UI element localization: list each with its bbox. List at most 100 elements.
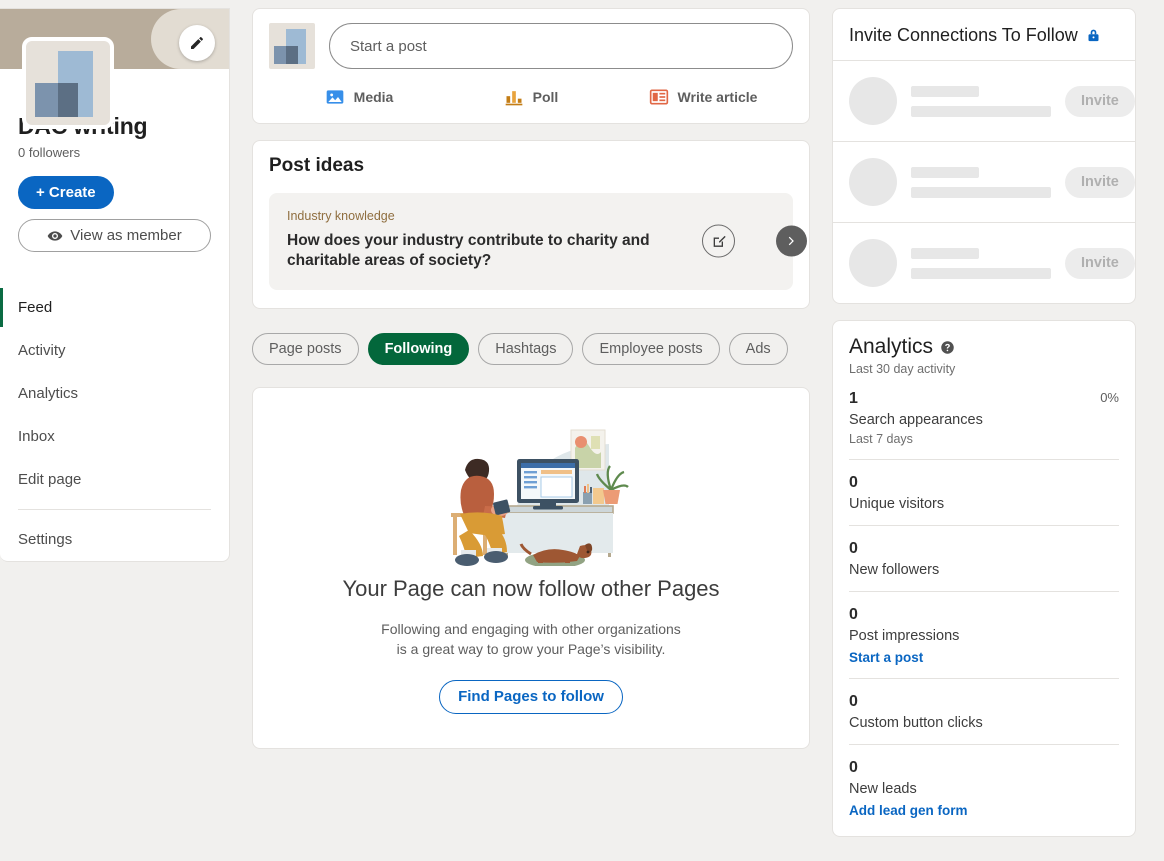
invite-row: Invite bbox=[833, 142, 1135, 223]
metric-value: 0 bbox=[849, 606, 1119, 624]
image-icon bbox=[325, 87, 345, 107]
sidebar-item-feed[interactable]: Feed bbox=[0, 286, 229, 329]
chip-hashtags[interactable]: Hashtags bbox=[478, 333, 573, 365]
empty-state-subtitle-line1: Following and engaging with other organi… bbox=[273, 619, 789, 639]
sidebar-item-label: Feed bbox=[18, 299, 52, 316]
help-circle-icon[interactable] bbox=[940, 340, 955, 355]
metric-label: Search appearances bbox=[849, 412, 1119, 428]
start-a-post-input[interactable]: Start a post bbox=[329, 23, 793, 69]
invite-connections-card: Invite Connections To Follow Invite bbox=[832, 8, 1136, 304]
invite-button[interactable]: Invite bbox=[1065, 86, 1135, 117]
empty-state-title: Your Page can now follow other Pages bbox=[273, 575, 789, 603]
post-idea-category: Industry knowledge bbox=[287, 209, 683, 223]
chip-ads[interactable]: Ads bbox=[729, 333, 788, 365]
invite-button[interactable]: Invite bbox=[1065, 167, 1135, 198]
follower-count: 0 followers bbox=[18, 145, 211, 160]
sidebar-item-label: Analytics bbox=[18, 385, 78, 402]
invite-row: Invite bbox=[833, 61, 1135, 142]
metric-note: Last 7 days bbox=[849, 432, 1119, 446]
analytics-title: Analytics bbox=[849, 335, 933, 359]
invite-row: Invite bbox=[833, 223, 1135, 303]
page-navigation: Feed Activity Analytics Inbox Edit page … bbox=[0, 286, 229, 561]
media-button[interactable]: Media bbox=[273, 81, 445, 113]
start-a-post-link[interactable]: Start a post bbox=[849, 650, 1119, 665]
metric-value: 0 bbox=[849, 474, 1119, 492]
skeleton-text bbox=[911, 248, 1051, 279]
post-ideas-title: Post ideas bbox=[269, 155, 793, 177]
sidebar-item-label: Activity bbox=[18, 342, 66, 359]
metric-new-leads: 0 New leads Add lead gen form bbox=[849, 745, 1119, 822]
metric-value: 0 bbox=[849, 693, 1119, 711]
sidebar-item-analytics[interactable]: Analytics bbox=[0, 372, 229, 415]
skeleton-text bbox=[911, 167, 1051, 198]
sidebar-item-label: Inbox bbox=[18, 428, 55, 445]
post-idea-prompt: How does your industry contribute to cha… bbox=[287, 231, 683, 272]
metric-value: 0 bbox=[849, 759, 1119, 777]
sidebar-item-edit-page[interactable]: Edit page bbox=[0, 458, 229, 501]
metric-label: New followers bbox=[849, 562, 1119, 578]
poll-button[interactable]: Poll bbox=[445, 81, 617, 113]
metric-search-appearances: 1 0% Search appearances Last 7 days bbox=[849, 376, 1119, 460]
sidebar-item-label: Settings bbox=[18, 531, 72, 548]
post-idea-next-button[interactable] bbox=[776, 226, 807, 257]
metric-custom-button-clicks: 0 Custom button clicks bbox=[849, 679, 1119, 745]
right-sidebar: Invite Connections To Follow Invite bbox=[832, 8, 1136, 861]
page-logo bbox=[22, 37, 114, 129]
empty-state-subtitle-line2: is a great way to grow your Page’s visib… bbox=[273, 639, 789, 659]
metric-value: 0 bbox=[849, 540, 1119, 558]
pencil-icon bbox=[189, 35, 205, 51]
lock-icon bbox=[1086, 28, 1101, 43]
metric-label: Unique visitors bbox=[849, 496, 1119, 512]
bar-chart-icon bbox=[504, 87, 524, 107]
chip-following[interactable]: Following bbox=[368, 333, 470, 365]
invite-card-title: Invite Connections To Follow bbox=[849, 25, 1078, 46]
sidebar-item-activity[interactable]: Activity bbox=[0, 329, 229, 372]
metric-label: Custom button clicks bbox=[849, 715, 1119, 731]
composer-action-row: Media Poll bbox=[269, 81, 793, 113]
composer-avatar bbox=[269, 23, 315, 69]
view-as-member-button[interactable]: View as member bbox=[18, 219, 211, 252]
metric-label: New leads bbox=[849, 781, 1119, 797]
edit-cover-button[interactable] bbox=[179, 25, 215, 61]
write-article-label: Write article bbox=[678, 89, 758, 105]
skeleton-text bbox=[911, 86, 1051, 117]
eye-icon bbox=[47, 228, 63, 244]
post-idea-edit-button[interactable] bbox=[702, 225, 735, 258]
chip-employee-posts[interactable]: Employee posts bbox=[582, 333, 719, 365]
post-composer-card: Start a post Media bbox=[252, 8, 810, 124]
empty-state-subtitle: Following and engaging with other organi… bbox=[273, 619, 789, 660]
sidebar-item-label: Edit page bbox=[18, 471, 81, 488]
view-as-member-label: View as member bbox=[70, 227, 181, 244]
analytics-card: Analytics Last 30 day activity 1 0% Sear… bbox=[832, 320, 1136, 837]
post-idea-item: Industry knowledge How does your industr… bbox=[269, 193, 793, 290]
avatar bbox=[849, 158, 897, 206]
find-pages-to-follow-button[interactable]: Find Pages to follow bbox=[439, 680, 623, 714]
avatar bbox=[849, 77, 897, 125]
write-article-button[interactable]: Write article bbox=[617, 81, 789, 113]
sidebar-item-inbox[interactable]: Inbox bbox=[0, 415, 229, 458]
sidebar-item-settings[interactable]: Settings bbox=[0, 518, 229, 561]
left-sidebar: DAC writing 0 followers + Create View as… bbox=[0, 8, 230, 861]
feed-empty-state-card: Your Page can now follow other Pages Fol… bbox=[252, 387, 810, 749]
edit-square-icon bbox=[711, 233, 727, 249]
metric-label: Post impressions bbox=[849, 628, 1119, 644]
add-lead-gen-form-link[interactable]: Add lead gen form bbox=[849, 803, 1119, 818]
feed-filter-chips: Page posts Following Hashtags Employee p… bbox=[252, 333, 810, 365]
start-a-post-placeholder: Start a post bbox=[350, 38, 427, 55]
page-profile-card: DAC writing 0 followers + Create View as… bbox=[0, 8, 230, 562]
metric-unique-visitors: 0 Unique visitors bbox=[849, 460, 1119, 526]
main-feed-column: Start a post Media bbox=[252, 8, 810, 861]
avatar bbox=[849, 239, 897, 287]
chip-page-posts[interactable]: Page posts bbox=[252, 333, 359, 365]
metric-new-followers: 0 New followers bbox=[849, 526, 1119, 592]
create-button[interactable]: + Create bbox=[18, 176, 114, 209]
analytics-header: Analytics bbox=[849, 335, 1119, 359]
media-label: Media bbox=[354, 89, 394, 105]
chevron-right-icon bbox=[785, 235, 798, 248]
linkedin-page-admin-view: DAC writing 0 followers + Create View as… bbox=[0, 0, 1164, 861]
metric-percent: 0% bbox=[1100, 390, 1119, 405]
person-at-desk-illustration bbox=[425, 418, 637, 566]
post-ideas-card: Post ideas Industry knowledge How does y… bbox=[252, 140, 810, 309]
invite-button[interactable]: Invite bbox=[1065, 248, 1135, 279]
article-icon bbox=[649, 87, 669, 107]
